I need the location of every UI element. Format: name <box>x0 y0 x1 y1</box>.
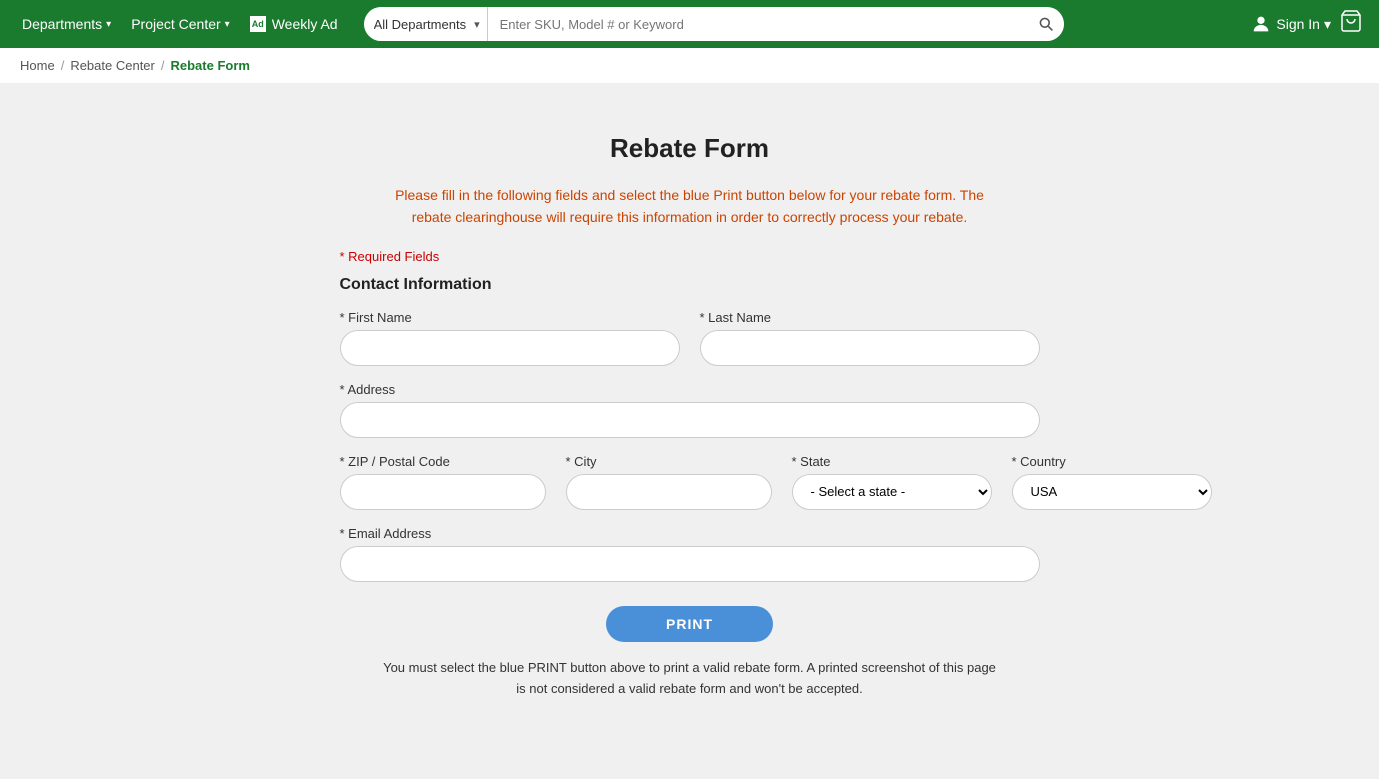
form-container: Rebate Form Please fill in the following… <box>310 113 1070 739</box>
departments-nav[interactable]: Departments ▾ <box>16 16 117 32</box>
search-box: All Departments Tools Hardware Plumbing … <box>364 7 1064 41</box>
email-row: * Email Address <box>340 526 1040 582</box>
form-description: Please fill in the following fields and … <box>390 184 990 229</box>
city-label: * City <box>566 454 772 469</box>
sign-in-label: Sign In <box>1276 16 1320 32</box>
breadcrumb-home[interactable]: Home <box>20 58 55 73</box>
search-button[interactable] <box>1028 7 1064 41</box>
first-name-label: * First Name <box>340 310 680 325</box>
breadcrumb: Home / Rebate Center / Rebate Form <box>0 48 1379 83</box>
required-note: * Required Fields <box>340 249 1040 264</box>
search-icon <box>1038 16 1054 32</box>
state-group: * State - Select a state - Alabama Alask… <box>792 454 992 510</box>
weekly-ad-icon: Ad <box>250 16 266 32</box>
weekly-ad-nav[interactable]: Ad Weekly Ad <box>244 16 344 32</box>
project-center-chevron-icon: ▾ <box>225 19 230 30</box>
last-name-group: * Last Name <box>700 310 1040 366</box>
print-note: You must select the blue PRINT button ab… <box>380 658 1000 700</box>
project-center-nav[interactable]: Project Center ▾ <box>125 16 236 32</box>
sign-in-chevron-icon: ▾ <box>1324 16 1331 33</box>
state-select[interactable]: - Select a state - Alabama Alaska Arizon… <box>792 474 992 510</box>
location-row: * ZIP / Postal Code * City * State - Sel… <box>340 454 1040 510</box>
main-content: Rebate Form Please fill in the following… <box>0 83 1379 779</box>
city-group: * City <box>566 454 772 510</box>
breadcrumb-sep2: / <box>161 58 165 73</box>
first-name-group: * First Name <box>340 310 680 366</box>
zip-input[interactable] <box>340 474 546 510</box>
breadcrumb-rebate-center[interactable]: Rebate Center <box>70 58 155 73</box>
address-input[interactable] <box>340 402 1040 438</box>
search-input[interactable] <box>488 7 1028 41</box>
city-input[interactable] <box>566 474 772 510</box>
print-btn-container: PRINT <box>340 606 1040 642</box>
sign-in-button[interactable]: Sign In ▾ <box>1250 13 1331 35</box>
email-label: * Email Address <box>340 526 1040 541</box>
cart-icon <box>1339 9 1363 33</box>
address-row: * Address <box>340 382 1040 438</box>
country-label: * Country <box>1012 454 1212 469</box>
departments-label: Departments <box>22 16 102 32</box>
address-label: * Address <box>340 382 1040 397</box>
breadcrumb-current: Rebate Form <box>171 58 250 73</box>
name-row: * First Name * Last Name <box>340 310 1040 366</box>
header: Departments ▾ Project Center ▾ Ad Weekly… <box>0 0 1379 48</box>
email-group: * Email Address <box>340 526 1040 582</box>
project-center-label: Project Center <box>131 16 220 32</box>
email-input[interactable] <box>340 546 1040 582</box>
print-button[interactable]: PRINT <box>606 606 773 642</box>
state-label: * State <box>792 454 992 469</box>
zip-label: * ZIP / Postal Code <box>340 454 546 469</box>
search-container: All Departments Tools Hardware Plumbing … <box>364 7 1064 41</box>
weekly-ad-label: Weekly Ad <box>272 16 338 32</box>
cart-button[interactable] <box>1339 9 1363 39</box>
user-icon <box>1250 13 1272 35</box>
page-title: Rebate Form <box>340 133 1040 164</box>
address-group: * Address <box>340 382 1040 438</box>
search-dept-wrapper: All Departments Tools Hardware Plumbing … <box>364 7 488 41</box>
first-name-input[interactable] <box>340 330 680 366</box>
last-name-input[interactable] <box>700 330 1040 366</box>
contact-section-title: Contact Information <box>340 276 1040 294</box>
last-name-label: * Last Name <box>700 310 1040 325</box>
search-department-select[interactable]: All Departments Tools Hardware Plumbing … <box>364 7 488 41</box>
header-right: Sign In ▾ <box>1250 9 1363 39</box>
departments-chevron-icon: ▾ <box>106 19 111 30</box>
country-group: * Country USA Canada Mexico <box>1012 454 1212 510</box>
breadcrumb-sep1: / <box>61 58 65 73</box>
country-select[interactable]: USA Canada Mexico <box>1012 474 1212 510</box>
zip-group: * ZIP / Postal Code <box>340 454 546 510</box>
